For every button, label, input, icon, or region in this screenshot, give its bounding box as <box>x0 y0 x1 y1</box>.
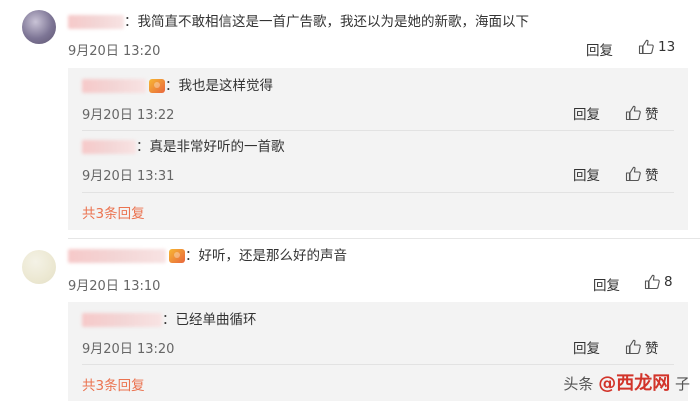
username[interactable] <box>82 79 146 93</box>
comment-text: ：我简直不敢相信这是一首广告歌，我还以为是她的新歌，海面以下 <box>68 13 529 31</box>
comment-text: ：好听，还是那么好的声音 <box>68 247 347 265</box>
username[interactable] <box>82 313 162 327</box>
reply-button[interactable]: 回复 <box>593 274 620 294</box>
comment-time: 9月20日 13:10 <box>68 279 161 294</box>
like-button[interactable]: 赞 <box>625 164 659 184</box>
thumb-up-icon <box>644 274 660 290</box>
comment-separator <box>68 238 700 239</box>
avatar[interactable] <box>22 10 56 44</box>
reply-button[interactable]: 回复 <box>573 337 600 357</box>
username[interactable] <box>68 15 124 29</box>
watermark: 头条 @西龙网 子 <box>563 373 690 394</box>
thumb-up-icon <box>625 166 641 182</box>
comment-time: 9月20日 13:20 <box>68 44 161 59</box>
reply-button[interactable]: 回复 <box>573 103 600 123</box>
more-replies-link[interactable]: 共3条回复 <box>82 202 145 222</box>
reply-time: 9月20日 13:22 <box>82 108 175 123</box>
reply-time: 9月20日 13:31 <box>82 169 175 184</box>
like-count: 8 <box>664 274 673 290</box>
like-count: 13 <box>658 39 676 55</box>
like-button[interactable]: 8 <box>644 274 673 290</box>
reply-text: ：已经单曲循环 <box>82 311 257 329</box>
divider <box>82 130 674 131</box>
vip-badge-icon <box>149 79 165 93</box>
divider <box>82 364 674 365</box>
thumb-up-icon <box>638 39 654 55</box>
reply-text: ：真是非常好听的一首歌 <box>82 138 285 156</box>
more-replies-link[interactable]: 共3条回复 <box>82 374 145 394</box>
thumb-up-icon <box>625 105 641 121</box>
reply-button[interactable]: 回复 <box>573 164 600 184</box>
like-button[interactable]: 赞 <box>625 103 659 123</box>
thumb-up-icon <box>625 339 641 355</box>
reply-button[interactable]: 回复 <box>586 39 613 59</box>
avatar[interactable] <box>22 250 56 284</box>
divider <box>82 192 674 193</box>
like-button[interactable]: 13 <box>638 39 675 55</box>
reply-time: 9月20日 13:20 <box>82 342 175 357</box>
username[interactable] <box>68 249 166 263</box>
reply-text: ：我也是这样觉得 <box>82 77 273 95</box>
vip-badge-icon <box>169 249 185 263</box>
like-button[interactable]: 赞 <box>625 337 659 357</box>
reply-list: ：我也是这样觉得 9月20日 13:22 回复 赞 ：真是非常好听的一首歌 9月… <box>68 68 688 230</box>
username[interactable] <box>82 140 136 154</box>
